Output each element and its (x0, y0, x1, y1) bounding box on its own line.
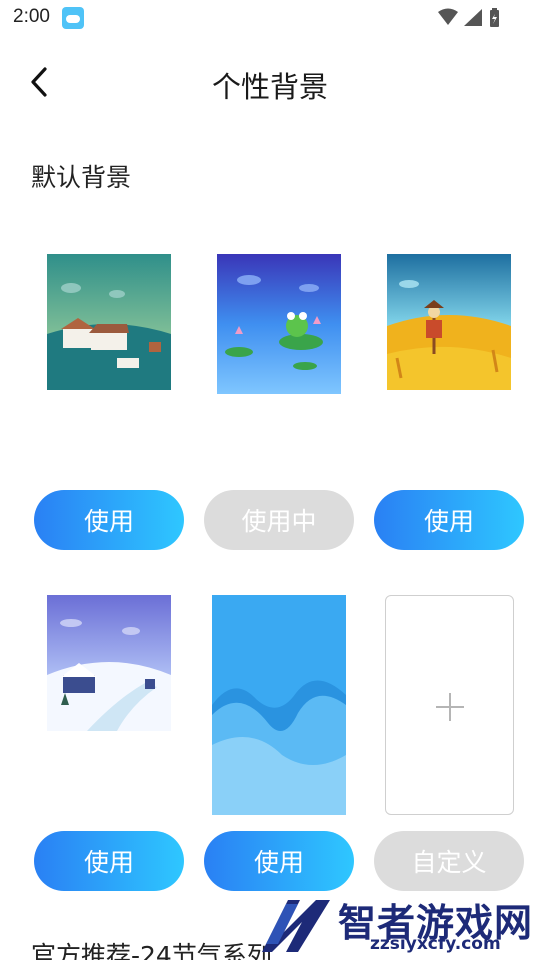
page-title: 个性背景 (211, 70, 328, 104)
section-title-official: 官方推荐-24节气系列 (31, 941, 272, 960)
thumbnail-scarecrow-field[interactable] (387, 254, 511, 390)
status-bar: 2:00 (0, 0, 540, 36)
watermark: 智者游戏网 zzsiyxcfy.com (258, 890, 540, 960)
battery-icon (490, 8, 499, 27)
thumbnail-village[interactable] (47, 254, 171, 390)
weather-app-icon (62, 7, 84, 29)
custom-button[interactable]: 自定义 (374, 831, 524, 891)
thumbnail-blue-mountains[interactable] (212, 595, 346, 815)
watermark-url: zzsiyxcfy.com (370, 934, 501, 954)
use-button-blue-mountains[interactable]: 使用 (204, 831, 354, 891)
signal-icon (464, 9, 482, 26)
section-title-default: 默认背景 (31, 163, 132, 192)
watermark-logo-icon (262, 900, 330, 952)
in-use-button-frog-pond[interactable]: 使用中 (204, 490, 354, 550)
plus-icon (436, 693, 464, 721)
status-time: 2:00 (13, 6, 50, 27)
use-button-scarecrow-field[interactable]: 使用 (374, 490, 524, 550)
custom-background-card[interactable] (385, 595, 514, 815)
thumbnail-snow-house[interactable] (47, 595, 171, 731)
header: 个性背景 (0, 50, 540, 114)
status-icons (438, 8, 499, 27)
thumbnail-frog-pond[interactable] (217, 254, 341, 394)
wifi-icon (438, 8, 458, 25)
use-button-village[interactable]: 使用 (34, 490, 184, 550)
use-button-snow-house[interactable]: 使用 (34, 831, 184, 891)
